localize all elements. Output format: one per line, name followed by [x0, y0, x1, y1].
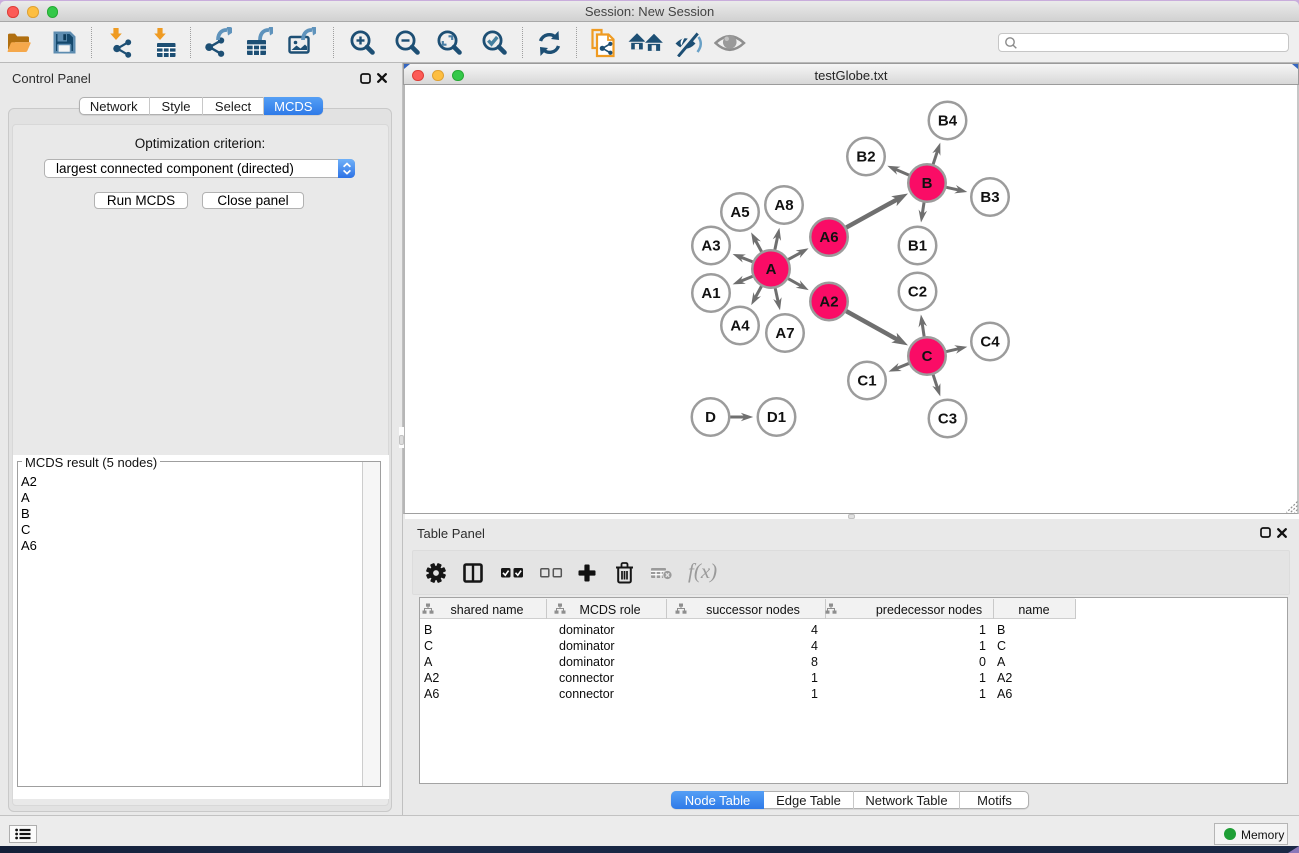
svg-text:C1: C1	[857, 373, 876, 390]
svg-text:A2: A2	[819, 294, 838, 311]
svg-text:D1: D1	[767, 409, 786, 426]
svg-text:B1: B1	[908, 238, 927, 255]
svg-text:A3: A3	[701, 238, 720, 255]
svg-text:A7: A7	[775, 325, 794, 342]
svg-text:A: A	[766, 261, 777, 278]
svg-text:A4: A4	[730, 318, 750, 335]
svg-text:A1: A1	[701, 285, 720, 302]
svg-text:A8: A8	[774, 197, 793, 214]
svg-text:C3: C3	[938, 411, 957, 428]
svg-text:C2: C2	[908, 284, 927, 301]
svg-text:C4: C4	[980, 334, 1000, 351]
svg-text:A6: A6	[819, 229, 838, 246]
svg-text:B2: B2	[856, 149, 875, 166]
svg-text:D: D	[705, 409, 716, 426]
svg-text:B4: B4	[938, 113, 958, 130]
svg-text:A5: A5	[730, 204, 749, 221]
svg-text:C: C	[922, 348, 933, 365]
svg-text:B: B	[922, 175, 933, 192]
svg-text:B3: B3	[980, 189, 999, 206]
